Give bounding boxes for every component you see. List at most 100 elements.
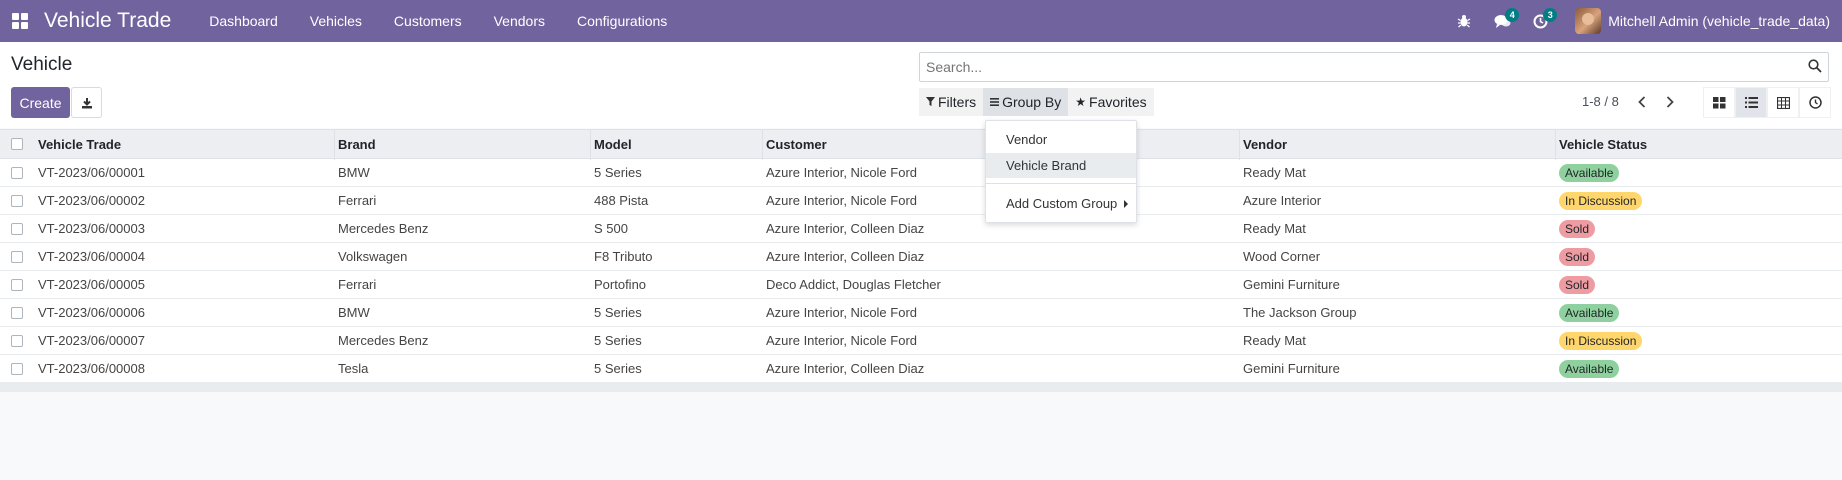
menu-vendors[interactable]: Vendors xyxy=(478,0,561,42)
download-icon xyxy=(81,97,92,108)
cell-vendor: Azure Interior xyxy=(1243,193,1322,208)
cell-vendor: Gemini Furniture xyxy=(1243,277,1340,292)
table-row[interactable]: VT-2023/06/00003 Mercedes Benz S 500 Azu… xyxy=(0,215,1842,243)
filters-button[interactable]: Filters xyxy=(919,88,984,116)
cell-vehicle-trade: VT-2023/06/00003 xyxy=(38,221,145,236)
pager-previous-icon[interactable] xyxy=(1630,89,1654,115)
cell-customer: Azure Interior, Colleen Diaz xyxy=(766,361,925,376)
pivot-view-icon[interactable] xyxy=(1767,87,1799,118)
row-checkbox[interactable] xyxy=(11,271,23,298)
cell-vehicle-trade: VT-2023/06/00002 xyxy=(38,193,145,208)
cell-customer: Azure Interior, Nicole Ford xyxy=(766,165,918,180)
table-row[interactable]: VT-2023/06/00002 Ferrari 488 Pista Azure… xyxy=(0,187,1842,215)
groupby-vehicle-brand-option[interactable]: Vehicle Brand xyxy=(986,153,1136,178)
row-checkbox[interactable] xyxy=(11,215,23,242)
table-row[interactable]: VT-2023/06/00005 Ferrari Portofino Deco … xyxy=(0,271,1842,299)
dropdown-divider xyxy=(986,183,1136,184)
activity-view-clock-icon[interactable] xyxy=(1799,87,1831,118)
row-checkbox[interactable] xyxy=(11,243,23,270)
groupby-vendor-option[interactable]: Vendor xyxy=(986,127,1136,152)
menu-vehicles[interactable]: Vehicles xyxy=(294,0,378,42)
row-checkbox[interactable] xyxy=(11,299,23,326)
avatar xyxy=(1575,8,1602,34)
search-icon[interactable] xyxy=(1808,59,1822,77)
header-brand[interactable]: Brand xyxy=(338,130,376,158)
status-badge: Available xyxy=(1559,159,1620,186)
row-checkbox[interactable] xyxy=(11,159,23,186)
cell-vendor: Wood Corner xyxy=(1243,249,1321,264)
cell-vehicle-trade: VT-2023/06/00001 xyxy=(38,165,145,180)
menu-dashboard[interactable]: Dashboard xyxy=(193,0,294,42)
group-by-dropdown: Vendor Vehicle Brand Add Custom Group xyxy=(985,120,1137,223)
cell-model: S 500 xyxy=(594,221,628,236)
row-checkbox[interactable] xyxy=(11,355,23,382)
user-name: Mitchell Admin (vehicle_trade_data) xyxy=(1608,13,1830,29)
row-checkbox[interactable] xyxy=(11,327,23,354)
table-row[interactable]: VT-2023/06/00006 BMW 5 Series Azure Inte… xyxy=(0,299,1842,327)
view-switcher xyxy=(1703,87,1831,118)
create-button[interactable]: Create xyxy=(11,87,70,118)
filter-funnel-icon xyxy=(926,95,935,109)
cell-model: 5 Series xyxy=(594,305,642,320)
status-badge: Sold xyxy=(1559,215,1596,242)
kanban-view-icon[interactable] xyxy=(1703,87,1735,118)
app-title[interactable]: Vehicle Trade xyxy=(44,9,171,33)
add-custom-group-label: Add Custom Group xyxy=(1006,196,1118,211)
status-badge: Sold xyxy=(1559,271,1596,298)
vehicle-list-table: Vehicle Trade Brand Model Customer Vendo… xyxy=(0,129,1842,392)
header-customer[interactable]: Customer xyxy=(766,130,827,158)
cell-brand: BMW xyxy=(338,305,370,320)
status-badge: Sold xyxy=(1559,243,1596,270)
cell-model: 488 Pista xyxy=(594,193,649,208)
header-model[interactable]: Model xyxy=(594,130,632,158)
cell-model: 5 Series xyxy=(594,165,642,180)
favorites-label: Favorites xyxy=(1089,94,1147,110)
cell-customer: Azure Interior, Nicole Ford xyxy=(766,305,918,320)
cell-model: 5 Series xyxy=(594,361,642,376)
table-row[interactable]: VT-2023/06/00001 BMW 5 Series Azure Inte… xyxy=(0,159,1842,187)
cell-customer: Azure Interior, Nicole Ford xyxy=(766,333,918,348)
pager-value[interactable]: 1-8 / 8 xyxy=(1582,94,1619,109)
status-badge: Available xyxy=(1559,299,1620,326)
cell-vehicle-trade: VT-2023/06/00008 xyxy=(38,361,145,376)
add-custom-group-option[interactable]: Add Custom Group xyxy=(986,191,1136,216)
activities-clock-icon[interactable]: 3 xyxy=(1525,0,1558,42)
header-vehicle-trade[interactable]: Vehicle Trade xyxy=(38,130,121,158)
status-badge: In Discussion xyxy=(1559,327,1643,354)
list-view-icon[interactable] xyxy=(1735,87,1767,118)
search-input[interactable] xyxy=(920,53,1790,81)
control-panel: Vehicle Create Filters Group By ★ Favori… xyxy=(0,42,1842,128)
menu-customers[interactable]: Customers xyxy=(378,0,478,42)
cell-vendor: The Jackson Group xyxy=(1243,305,1357,320)
table-row[interactable]: VT-2023/06/00007 Mercedes Benz 5 Series … xyxy=(0,327,1842,355)
user-menu[interactable]: Mitchell Admin (vehicle_trade_data) xyxy=(1575,8,1830,34)
cell-model: 5 Series xyxy=(594,333,642,348)
cell-brand: Volkswagen xyxy=(338,249,408,264)
table-row[interactable]: VT-2023/06/00008 Tesla 5 Series Azure In… xyxy=(0,355,1842,383)
header-vehicle-status[interactable]: Vehicle Status xyxy=(1559,130,1647,158)
debug-bug-icon[interactable] xyxy=(1449,0,1479,42)
cell-vehicle-trade: VT-2023/06/00005 xyxy=(38,277,145,292)
cell-brand: Mercedes Benz xyxy=(338,333,429,348)
favorites-button[interactable]: ★ Favorites xyxy=(1068,88,1154,116)
messages-count-badge: 4 xyxy=(1505,8,1520,22)
group-by-button[interactable]: Group By xyxy=(983,88,1069,116)
select-all-checkbox[interactable] xyxy=(11,130,23,158)
export-download-button[interactable] xyxy=(71,87,102,118)
activities-count-badge: 3 xyxy=(1543,8,1558,22)
pager-next-icon[interactable] xyxy=(1658,89,1682,115)
header-vendor[interactable]: Vendor xyxy=(1243,130,1287,158)
menu-configurations[interactable]: Configurations xyxy=(561,0,683,42)
messages-icon[interactable]: 4 xyxy=(1487,0,1520,42)
table-row[interactable]: VT-2023/06/00004 Volkswagen F8 Tributo A… xyxy=(0,243,1842,271)
table-header-row: Vehicle Trade Brand Model Customer Vendo… xyxy=(0,129,1842,160)
cell-brand: Ferrari xyxy=(338,277,377,292)
caret-right-icon xyxy=(1124,199,1128,208)
table-footer xyxy=(0,383,1842,392)
filters-label: Filters xyxy=(938,94,977,110)
page-title: Vehicle xyxy=(11,54,73,75)
cell-vendor: Ready Mat xyxy=(1243,333,1306,348)
apps-menu-icon[interactable] xyxy=(2,0,38,42)
row-checkbox[interactable] xyxy=(11,187,23,214)
cell-brand: Mercedes Benz xyxy=(338,221,429,236)
